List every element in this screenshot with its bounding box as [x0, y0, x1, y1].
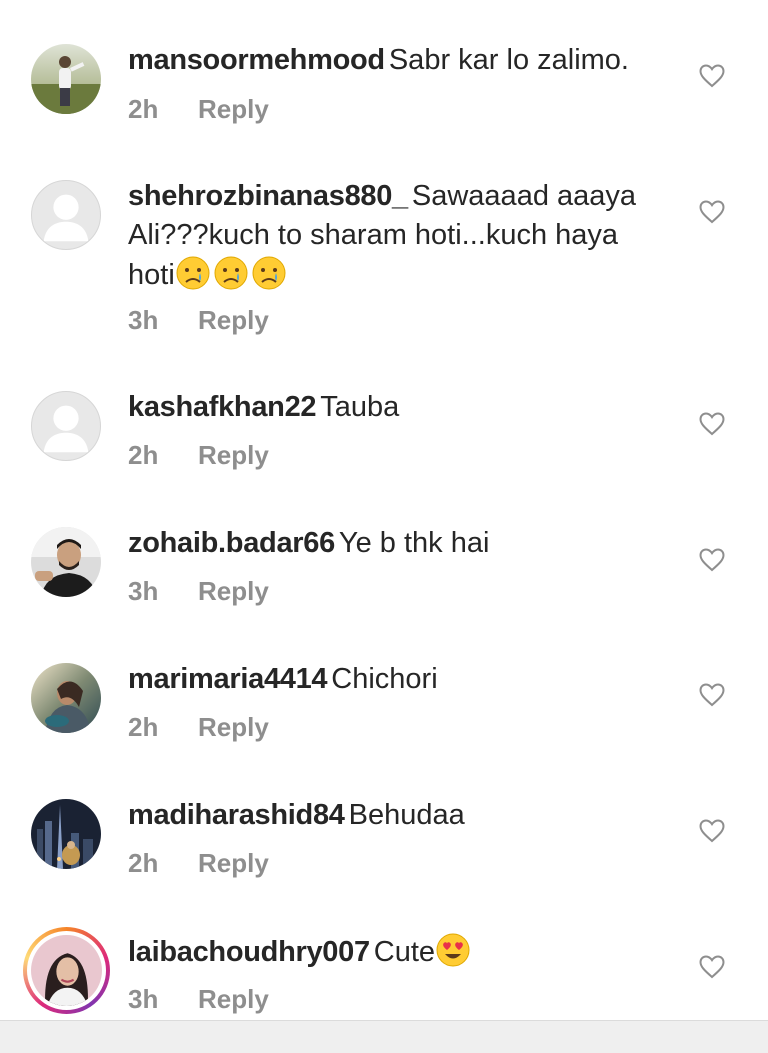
comment-text: Sabr kar lo zalimo.	[388, 44, 629, 76]
comment-username[interactable]: laibachoudhry007	[128, 936, 370, 968]
reply-button[interactable]: Reply	[198, 94, 269, 125]
heart-outline-icon[interactable]	[699, 683, 725, 707]
avatar[interactable]	[31, 799, 101, 869]
default-avatar[interactable]	[31, 180, 101, 250]
heart-outline-icon[interactable]	[699, 412, 725, 436]
story-ring-avatar[interactable]	[23, 927, 110, 1014]
reply-button[interactable]: Reply	[198, 305, 269, 336]
comment-meta: 3h Reply	[128, 305, 269, 336]
heart-eyes-face-icon	[435, 932, 471, 968]
comment-username[interactable]: kashafkhan22	[128, 391, 317, 423]
reply-button[interactable]: Reply	[198, 984, 269, 1015]
comment-username[interactable]: shehrozbinanas880_	[128, 180, 408, 212]
comment-body: marimaria4414 Chichori	[128, 660, 673, 699]
comment-username[interactable]: mansoormehmood	[128, 44, 385, 76]
heart-outline-icon[interactable]	[699, 548, 725, 572]
comment-timestamp: 3h	[128, 576, 159, 606]
comment-username[interactable]: madiharashid84	[128, 799, 345, 831]
avatar[interactable]	[31, 663, 101, 733]
heart-outline-icon[interactable]	[699, 819, 725, 843]
avatar[interactable]	[31, 527, 101, 597]
avatar	[31, 935, 102, 1006]
comment-username[interactable]: marimaria4414	[128, 663, 328, 695]
comment-meta: 3h Reply	[128, 984, 269, 1015]
comment-meta: 2h Reply	[128, 94, 269, 125]
avatar[interactable]	[31, 44, 101, 114]
comment-body: madiharashid84 Behudaa	[128, 796, 673, 835]
comment-body: kashafkhan22 Tauba	[128, 388, 673, 427]
comment-meta: 2h Reply	[128, 712, 269, 743]
comment-text: Tauba	[320, 391, 400, 423]
heart-outline-icon[interactable]	[699, 955, 725, 979]
reply-button[interactable]: Reply	[198, 440, 269, 471]
default-avatar[interactable]	[31, 391, 101, 461]
comment-timestamp: 2h	[128, 848, 159, 878]
heart-outline-icon[interactable]	[699, 64, 725, 88]
comment-body: zohaib.badar66 Ye b thk hai	[128, 524, 673, 563]
story-ring-inner	[27, 931, 106, 1010]
comment-timestamp: 2h	[128, 440, 159, 470]
comment-meta: 2h Reply	[128, 848, 269, 879]
reply-button[interactable]: Reply	[198, 576, 269, 607]
comment-timestamp: 3h	[128, 305, 159, 335]
reply-button[interactable]: Reply	[198, 712, 269, 743]
reply-button[interactable]: Reply	[198, 848, 269, 879]
comment-body: mansoormehmood Sabr kar lo zalimo.	[128, 41, 673, 80]
comment-meta: 2h Reply	[128, 440, 269, 471]
comment-body: shehrozbinanas880_ Sawaaaad aaaya Ali???k…	[128, 177, 668, 295]
comments-list: mansoormehmood Sabr kar lo zalimo. 2h Repl…	[0, 0, 768, 1020]
comment-timestamp: 2h	[128, 94, 159, 124]
comment-body: laibachoudhry007 Cute	[128, 932, 673, 972]
comment-text: Chichori	[331, 663, 438, 695]
crying-face-icon	[251, 255, 287, 291]
comment-timestamp: 2h	[128, 712, 159, 742]
bottom-bar	[0, 1020, 768, 1053]
comment-text: Cute	[373, 936, 436, 968]
comment-text: Ye b thk hai	[338, 527, 490, 559]
crying-face-icon	[175, 255, 211, 291]
comment-timestamp: 3h	[128, 984, 159, 1014]
comment-username[interactable]: zohaib.badar66	[128, 527, 335, 559]
comment-text: Behudaa	[348, 799, 465, 831]
heart-outline-icon[interactable]	[699, 200, 725, 224]
comment-meta: 3h Reply	[128, 576, 269, 607]
crying-face-icon	[213, 255, 249, 291]
